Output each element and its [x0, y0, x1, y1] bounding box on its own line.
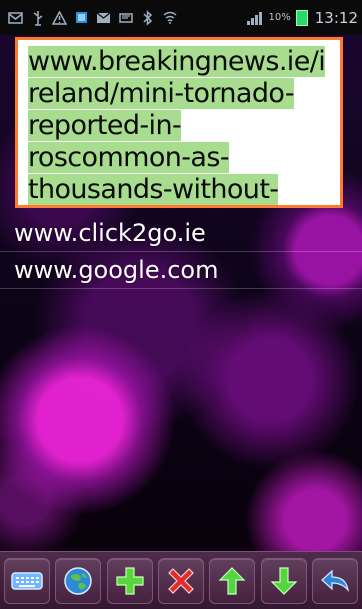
keyboard-icon	[10, 570, 44, 592]
globe-icon	[62, 565, 94, 597]
move-down-button[interactable]	[260, 557, 307, 604]
back-button[interactable]	[311, 557, 358, 604]
delete-icon	[165, 565, 197, 597]
mail-icon	[96, 10, 111, 25]
bottom-toolbar	[0, 551, 362, 609]
text-caret	[283, 207, 285, 208]
signal-icon	[246, 10, 262, 25]
usb-icon	[30, 10, 45, 26]
app-icon	[74, 10, 89, 25]
message-icon	[118, 10, 133, 25]
selected-url-text[interactable]: www.breakingnews.ie/ireland/mini-tornado…	[28, 46, 326, 205]
move-up-button[interactable]	[209, 557, 256, 604]
history-item[interactable]: www.google.com	[0, 252, 362, 289]
globe-button[interactable]	[55, 557, 102, 604]
clock: 13:12	[314, 8, 358, 27]
battery-percent: 10%	[268, 12, 291, 23]
status-bar: 10% 13:12	[0, 0, 362, 35]
add-button[interactable]	[106, 557, 153, 604]
warning-icon	[52, 10, 67, 25]
down-arrow-icon	[268, 565, 300, 597]
up-arrow-icon	[216, 565, 248, 597]
add-icon	[114, 565, 146, 597]
wifi-icon	[162, 10, 177, 25]
bluetooth-icon	[140, 9, 155, 26]
keyboard-button[interactable]	[4, 557, 50, 604]
back-icon	[319, 565, 351, 597]
delete-button[interactable]	[157, 557, 204, 604]
url-input[interactable]: www.breakingnews.ie/ireland/mini-tornado…	[15, 37, 343, 208]
history-list: www.click2go.ie www.google.com	[0, 215, 362, 289]
battery-icon	[295, 9, 308, 26]
screen: 10% 13:12 www.breakingnews.ie/ireland/mi…	[0, 0, 362, 609]
email-icon	[8, 10, 23, 25]
history-item[interactable]: www.click2go.ie	[0, 215, 362, 252]
